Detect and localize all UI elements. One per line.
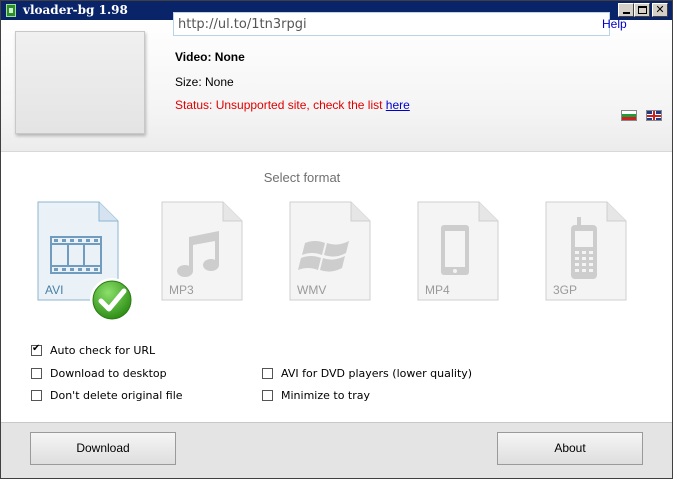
minimize-button[interactable] <box>618 3 634 17</box>
video-title-label: Video: None <box>175 50 245 64</box>
format-mp4[interactable]: MP4 <box>417 201 499 301</box>
maximize-button[interactable] <box>634 3 650 17</box>
format-label: MP3 <box>169 283 194 297</box>
tablet-icon <box>441 225 469 275</box>
minimize-icon <box>622 12 630 14</box>
format-wmv[interactable]: WMV <box>289 201 371 301</box>
minimize-tray-option[interactable]: Minimize to tray <box>262 389 370 402</box>
status-text: Status: Unsupported site, check the list <box>175 98 386 112</box>
maximize-icon <box>637 6 647 14</box>
video-thumbnail <box>15 31 145 134</box>
auto-check-checkbox[interactable] <box>31 343 42 356</box>
status-message: Status: Unsupported site, check the list… <box>175 98 410 112</box>
download-desktop-option[interactable]: Download to desktop <box>31 367 167 380</box>
close-button[interactable]: ✕ <box>652 3 668 17</box>
minimize-tray-checkbox[interactable] <box>262 390 273 401</box>
download-desktop-label: Download to desktop <box>50 367 167 380</box>
format-mp3[interactable]: MP3 <box>161 201 243 301</box>
url-input[interactable] <box>173 12 610 36</box>
format-label: 3GP <box>553 283 578 297</box>
window-title: vloader-bg 1.98 <box>23 3 128 17</box>
header-panel <box>1 20 672 152</box>
english-flag-icon[interactable] <box>646 110 662 121</box>
keep-original-checkbox[interactable] <box>31 390 42 401</box>
video-size-label: Size: None <box>175 75 234 89</box>
avi-dvd-option[interactable]: AVI for DVD players (lower quality) <box>262 367 472 380</box>
auto-check-option[interactable]: Auto check for URL <box>31 343 156 357</box>
help-link[interactable]: Help <box>602 17 627 31</box>
select-format-heading: Select format <box>263 170 341 185</box>
app-window: vloader-bg 1.98 ✕ Help Video: None Size:… <box>0 0 673 479</box>
format-label: WMV <box>297 283 327 297</box>
bulgarian-flag-icon[interactable] <box>621 110 637 121</box>
keep-original-label: Don't delete original file <box>50 389 183 402</box>
avi-dvd-label: AVI for DVD players (lower quality) <box>281 367 473 380</box>
format-label: MP4 <box>425 283 450 297</box>
format-label: AVI <box>45 283 64 297</box>
app-icon <box>6 4 16 17</box>
about-button[interactable]: About <box>497 432 643 465</box>
download-button[interactable]: Download <box>30 432 176 465</box>
download-desktop-checkbox[interactable] <box>31 368 42 379</box>
footer-bar: Download About <box>1 422 672 478</box>
minimize-tray-label: Minimize to tray <box>281 389 371 402</box>
format-3gp[interactable]: 3GP <box>545 201 627 301</box>
keep-original-option[interactable]: Don't delete original file <box>31 389 183 402</box>
mobile-phone-icon <box>571 217 597 279</box>
avi-dvd-checkbox[interactable] <box>262 368 273 379</box>
auto-check-label: Auto check for URL <box>50 344 156 357</box>
supported-sites-link[interactable]: here <box>386 98 410 112</box>
close-icon: ✕ <box>655 3 665 16</box>
selected-check-icon <box>90 278 134 322</box>
